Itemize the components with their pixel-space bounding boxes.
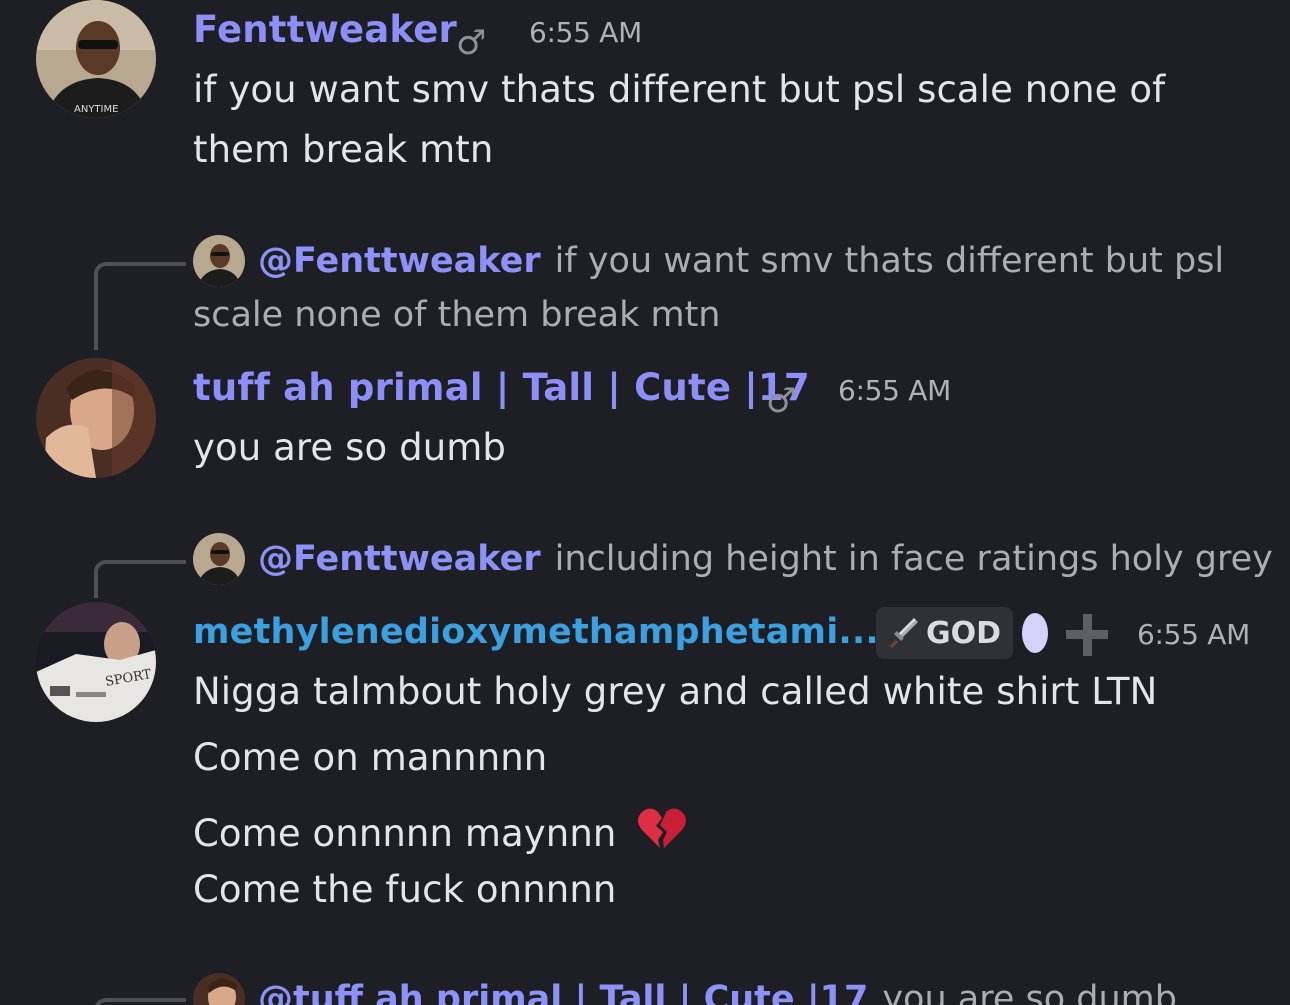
reply-preview[interactable]: @tuff ah primal | Tall | Cute |17 you are… bbox=[258, 979, 1177, 1005]
reply-preview[interactable]: @Fenttweaker if you want smv thats differ… bbox=[258, 241, 1224, 281]
timestamp: 6:55 AM bbox=[529, 16, 642, 49]
reply-text: you are so dumb bbox=[882, 979, 1177, 1005]
message-line: Nigga talmbout holy grey and called whit… bbox=[193, 670, 1158, 713]
role-badge[interactable]: GOD bbox=[876, 607, 1014, 659]
timestamp: 6:55 AM bbox=[838, 374, 951, 407]
reply-spine bbox=[94, 560, 186, 598]
reply-spine bbox=[94, 998, 186, 1005]
reply-mention[interactable]: @tuff ah primal | Tall | Cute |17 bbox=[258, 979, 868, 1005]
svg-text:ANYTIME: ANYTIME bbox=[74, 104, 118, 115]
message-line: them break mtn bbox=[193, 128, 494, 171]
badge-label: GOD bbox=[926, 615, 1002, 651]
sword-icon bbox=[886, 616, 920, 650]
moon-icon bbox=[1022, 613, 1048, 653]
avatar-tuff-ah-primal[interactable] bbox=[36, 358, 156, 478]
reply-avatar bbox=[193, 973, 245, 1005]
message-line: Come the fuck onnnnn bbox=[193, 868, 617, 911]
username[interactable]: tuff ah primal | Tall | Cute |17 bbox=[193, 366, 810, 409]
male-icon: ♂ bbox=[456, 23, 487, 63]
avatar-fenttweaker[interactable]: ANYTIME bbox=[36, 0, 156, 118]
message-line: if you want smv thats different but psl … bbox=[193, 68, 1166, 111]
reply-spine bbox=[94, 262, 186, 350]
reply-avatar bbox=[193, 235, 245, 287]
male-icon: ♂ bbox=[766, 381, 797, 421]
message-text: Come onnnnn maynnn bbox=[193, 812, 617, 855]
username[interactable]: Fenttweaker bbox=[193, 8, 457, 51]
reply-mention[interactable]: @Fenttweaker bbox=[258, 539, 541, 579]
message-line: you are so dumb bbox=[193, 426, 506, 469]
reply-text-line2: scale none of them break mtn bbox=[193, 295, 721, 335]
reply-text: if you want smv thats different but psl bbox=[554, 241, 1225, 281]
message-line: Come onnnnn maynnn bbox=[193, 802, 688, 855]
timestamp: 6:55 AM bbox=[1137, 618, 1250, 651]
broken-heart-emoji bbox=[636, 802, 688, 854]
message-line: Come on mannnnn bbox=[193, 736, 548, 779]
reply-mention[interactable]: @Fenttweaker bbox=[258, 241, 541, 281]
reply-text: including height in face ratings holy gr… bbox=[554, 539, 1273, 579]
reply-preview[interactable]: @Fenttweaker including height in face rat… bbox=[258, 539, 1273, 579]
avatar-methylenedioxymethamphetamine[interactable]: SPORT bbox=[36, 602, 156, 722]
plus-icon bbox=[1066, 614, 1108, 656]
username[interactable]: methylenedioxymethamphetami... bbox=[193, 612, 879, 652]
reply-avatar bbox=[193, 533, 245, 585]
